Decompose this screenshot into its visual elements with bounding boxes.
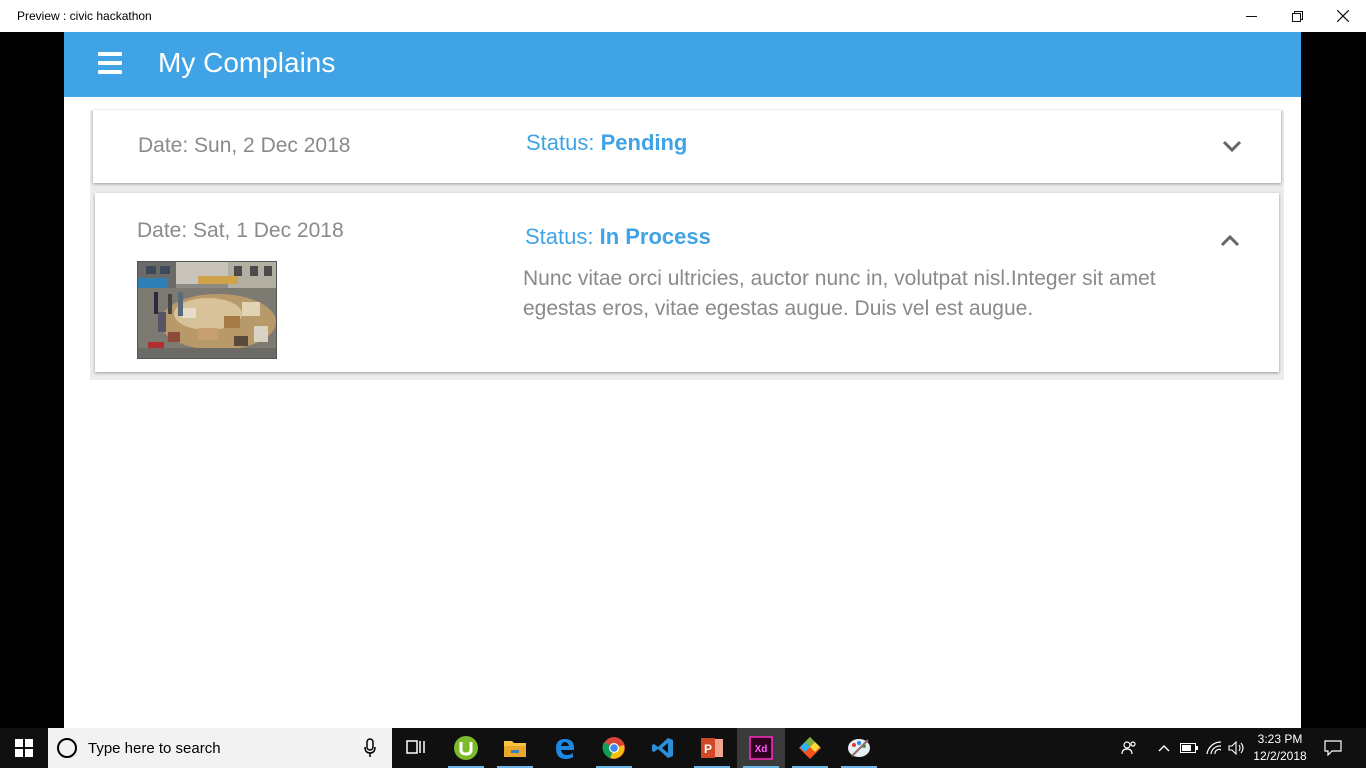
adobe-xd-icon: Xd [749, 736, 773, 760]
complaint-date: Date: Sat, 1 Dec 2018 [137, 219, 344, 242]
vscode-app[interactable] [639, 728, 687, 768]
complaint-list: Date: Sun, 2 Dec 2018 Status: Pending Da… [90, 110, 1284, 380]
wifi-button[interactable] [1203, 728, 1225, 768]
taskbar: Type here to search P Xd 3:23 PM 12/2/20… [0, 728, 1366, 768]
battery-button[interactable] [1178, 728, 1200, 768]
chevron-up-icon [1158, 745, 1170, 752]
cortana-icon [57, 738, 77, 758]
wifi-icon [1206, 741, 1222, 755]
restore-button[interactable] [1274, 0, 1320, 32]
minimize-button[interactable] [1228, 0, 1274, 32]
complaint-card[interactable]: Date: Sun, 2 Dec 2018 Status: Pending [93, 110, 1281, 183]
svg-text:Xd: Xd [755, 744, 768, 755]
complaint-status: Status: In Process [525, 224, 711, 250]
action-center-button[interactable] [1318, 728, 1348, 768]
close-icon [1337, 10, 1349, 22]
volume-button[interactable] [1226, 728, 1248, 768]
app-window: My Complains Date: Sun, 2 Dec 2018 Statu… [64, 32, 1301, 728]
menu-icon[interactable] [98, 52, 122, 74]
utorrent-icon [454, 736, 478, 760]
restore-icon [1291, 10, 1303, 22]
git-icon [799, 737, 821, 759]
clock-time: 3:23 PM [1257, 732, 1303, 746]
microphone-icon[interactable] [364, 738, 376, 758]
paint-app[interactable] [835, 728, 883, 768]
page-title: My Complains [158, 47, 336, 78]
complaint-status: Status: Pending [526, 130, 687, 156]
status-label: Status: [525, 224, 600, 249]
powerpoint-icon: P [701, 738, 723, 758]
status-value: Pending [600, 130, 688, 155]
task-view-button[interactable] [392, 728, 440, 768]
edge-app[interactable] [541, 728, 589, 768]
chrome-app[interactable] [590, 728, 638, 768]
adobe-xd-app[interactable]: Xd [737, 728, 785, 768]
folder-icon [504, 741, 526, 757]
speaker-icon [1228, 741, 1244, 755]
people-button[interactable] [1116, 728, 1142, 768]
chevron-up-icon[interactable] [1219, 233, 1241, 249]
search-placeholder: Type here to search [88, 740, 221, 757]
minimize-icon [1245, 15, 1257, 17]
complaint-card[interactable]: Date: Sat, 1 Dec 2018 Status: In Process [95, 193, 1279, 372]
people-icon [1121, 741, 1136, 755]
status-value: In Process [599, 224, 711, 249]
svg-text:P: P [704, 742, 712, 756]
git-app[interactable] [786, 728, 834, 768]
show-hidden-icons-button[interactable] [1154, 728, 1174, 768]
vscode-icon [652, 738, 673, 758]
close-button[interactable] [1320, 0, 1366, 32]
file-explorer-app[interactable] [491, 728, 539, 768]
paint-icon [848, 739, 870, 757]
battery-icon [1180, 743, 1198, 753]
utorrent-app[interactable] [442, 728, 490, 768]
windows-logo-icon [15, 739, 33, 757]
taskbar-clock[interactable]: 3:23 PM 12/2/2018 [1248, 731, 1312, 765]
taskbar-search[interactable]: Type here to search [48, 728, 392, 768]
complaint-photo[interactable] [137, 261, 277, 359]
task-view-icon [406, 740, 425, 754]
status-label: Status: [526, 130, 601, 155]
edge-icon [556, 739, 574, 759]
window-title: Preview : civic hackathon [17, 9, 152, 23]
chrome-icon [602, 737, 625, 759]
powerpoint-app[interactable]: P [688, 728, 736, 768]
app-header: My Complains [64, 32, 1301, 97]
chevron-down-icon[interactable] [1221, 138, 1243, 154]
clock-date: 12/2/2018 [1253, 749, 1307, 763]
window-title-bar: Preview : civic hackathon [0, 0, 1366, 32]
garbage-street-image [138, 262, 276, 358]
complaint-date: Date: Sun, 2 Dec 2018 [138, 134, 351, 157]
start-button[interactable] [0, 728, 48, 768]
complaint-description: Nunc vitae orci ultricies, auctor nunc i… [523, 267, 1156, 320]
notification-icon [1324, 740, 1342, 756]
